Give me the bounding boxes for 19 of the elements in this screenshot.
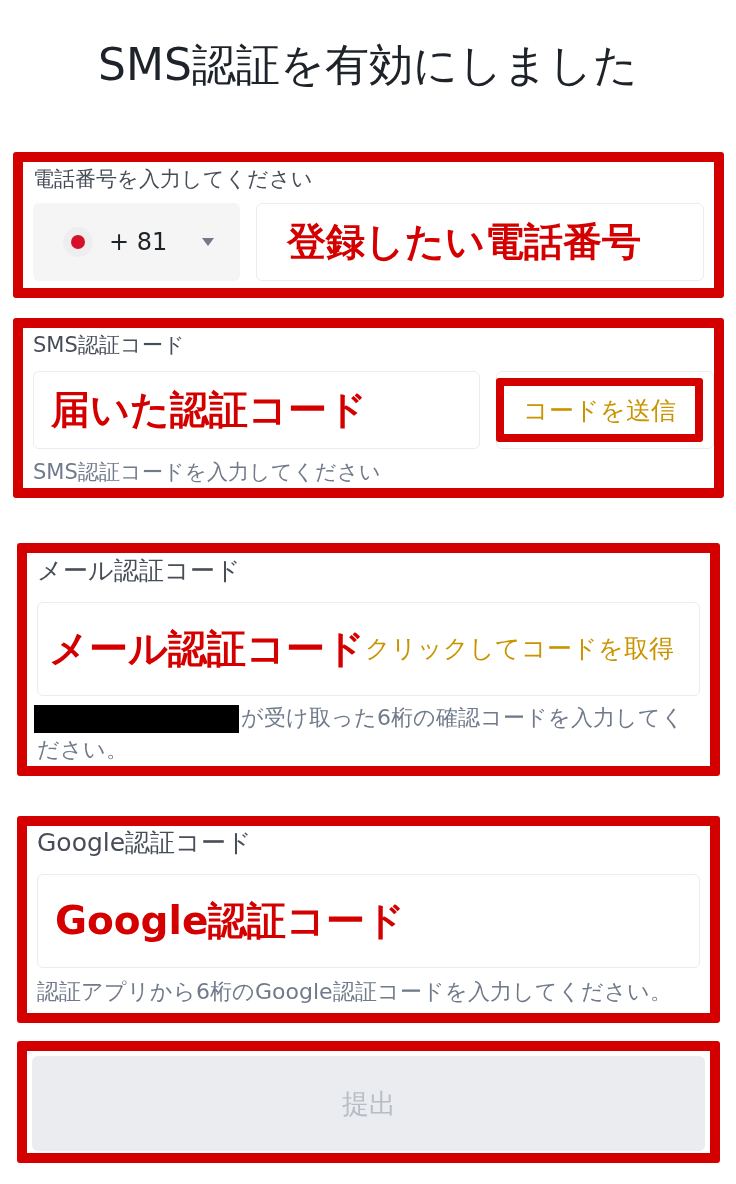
field-label: Google認証コード — [37, 827, 254, 859]
input-field[interactable]: 登録したい電話番号 — [256, 203, 704, 281]
field-label: メール認証コード — [37, 555, 242, 587]
flag-icon — [63, 227, 93, 257]
field-label: 電話番号を入力してください — [33, 166, 314, 192]
field-label: SMS認証コード — [33, 332, 186, 358]
helper-text: が受け取った6桁の確認コードを入力してください。 — [37, 704, 685, 764]
annotation-text: メール認証コード — [49, 625, 365, 673]
helper-text: 認証アプリから6桁のGoogle認証コードを入力してください。 — [37, 978, 673, 1006]
input-field[interactable]: 届いた認証コード — [33, 371, 480, 449]
caret-down-icon — [202, 238, 214, 246]
helper-text: SMS認証コードを入力してください — [33, 459, 382, 485]
input-field[interactable]: メール認証コード クリックしてコードを取得 — [37, 602, 700, 696]
annotation-text: Google認証コード — [55, 897, 406, 945]
input-field[interactable]: Google認証コード — [37, 874, 700, 968]
annotation-text: 登録したい電話番号 — [287, 218, 641, 266]
country-code-select[interactable]: + 81 — [33, 203, 240, 281]
annotation-text: 届いた認証コード — [51, 386, 367, 434]
page-title: SMS認証を有効にしました — [97, 39, 639, 91]
